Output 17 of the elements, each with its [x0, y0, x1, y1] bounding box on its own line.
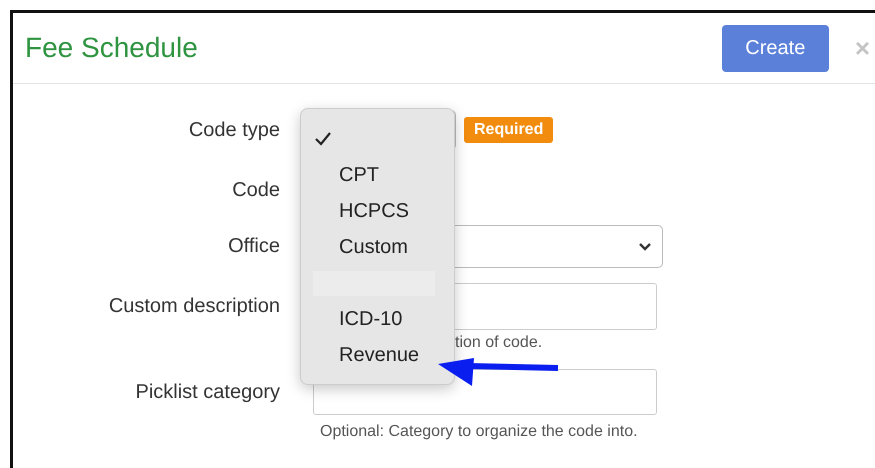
create-button[interactable]: Create [722, 24, 829, 72]
field-label: Picklist category [134, 380, 280, 404]
field-label: Office [227, 235, 280, 258]
menu-option[interactable]: Revenue [301, 337, 454, 373]
menu-option[interactable]: ICD-10 [301, 301, 454, 337]
field-hint: Optional: Category to organize the code into. [320, 423, 638, 440]
menu-option[interactable]: CPT [301, 157, 454, 193]
menu-option[interactable]: HCPCS [301, 193, 454, 229]
field-label: Code [231, 178, 280, 202]
chevron-down-icon [638, 242, 652, 252]
menu-option[interactable]: Custom [301, 229, 454, 265]
field-label: Code type [188, 118, 280, 142]
field-hint: tion of code. [455, 334, 542, 351]
checkmark-icon [314, 131, 332, 147]
required-badge: Required [464, 117, 554, 143]
dialog-title: Fee Schedule [25, 32, 199, 64]
field-label: Custom description [108, 295, 280, 318]
